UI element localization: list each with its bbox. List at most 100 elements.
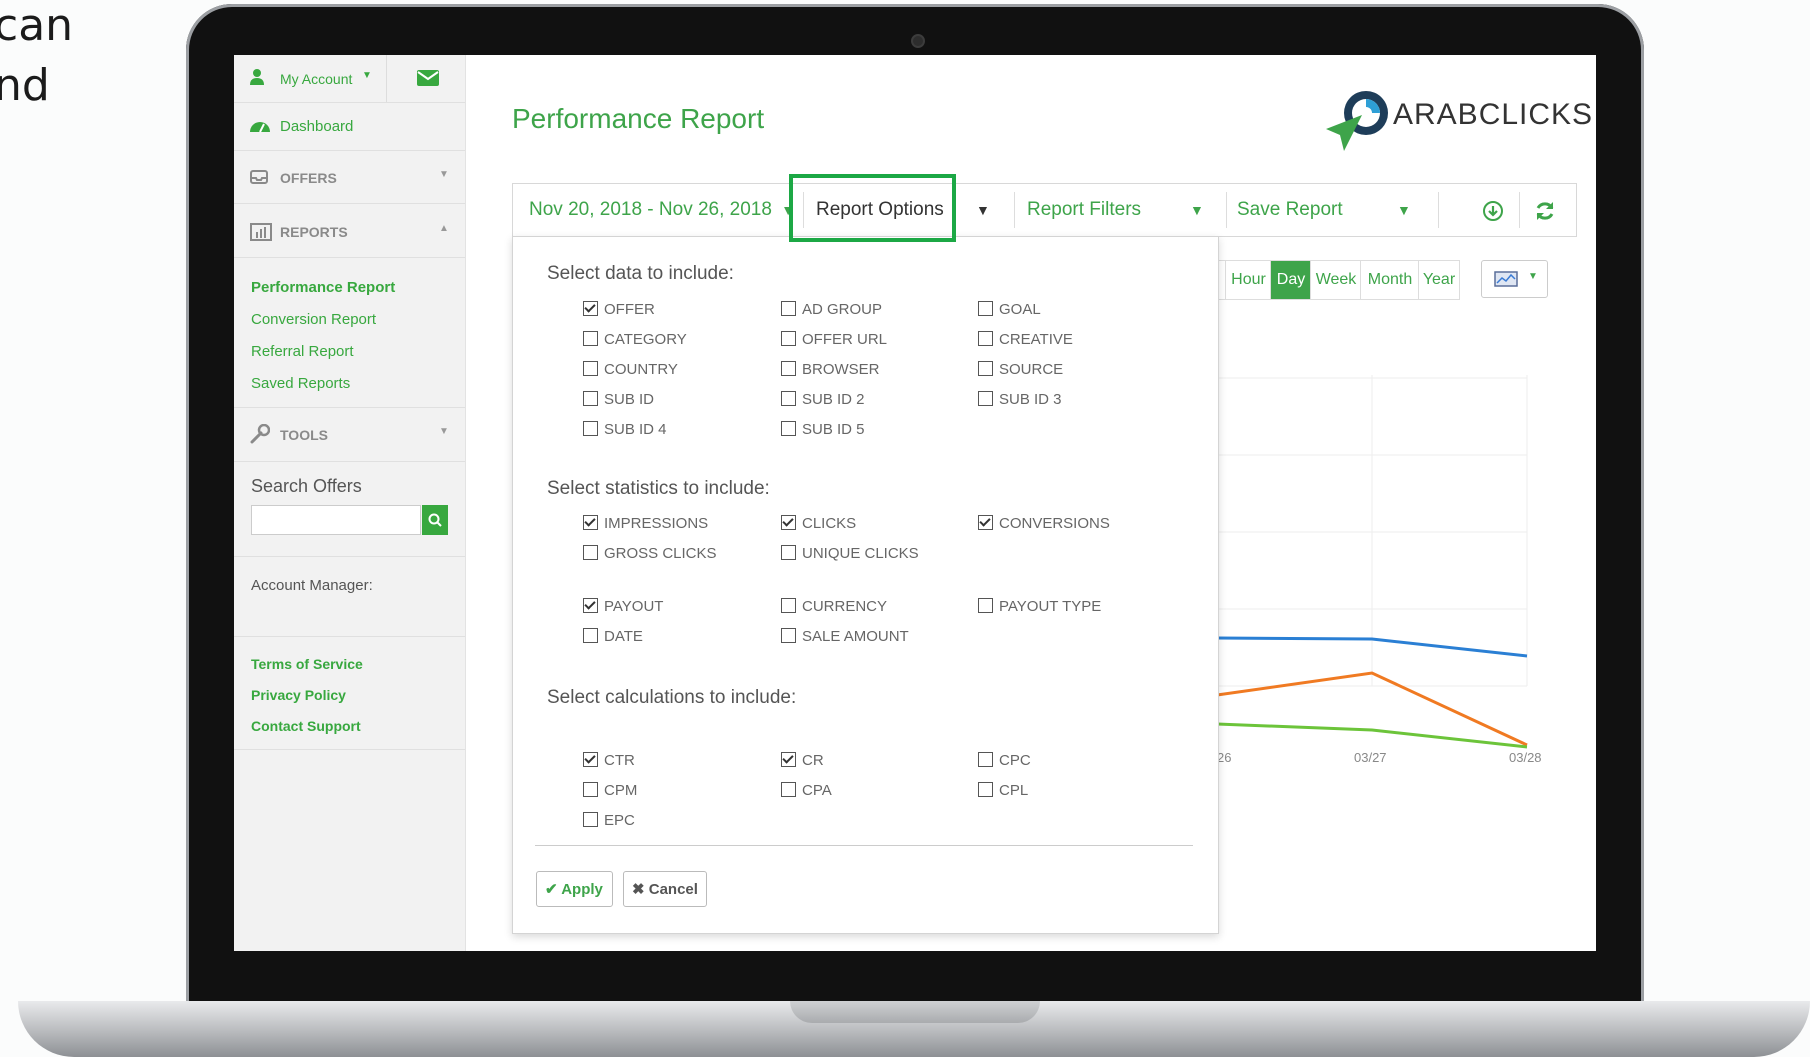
- checkbox-conversions[interactable]: CONVERSIONS: [978, 515, 1110, 533]
- period-month[interactable]: Month: [1360, 260, 1420, 300]
- checkbox-box[interactable]: [583, 331, 598, 346]
- checkbox-box[interactable]: [781, 515, 796, 530]
- checkbox-sub-id-5[interactable]: SUB ID 5: [781, 421, 865, 439]
- chart-type-dropdown[interactable]: ▼: [1481, 260, 1548, 298]
- checkbox-box[interactable]: [978, 331, 993, 346]
- checkbox-box[interactable]: [781, 391, 796, 406]
- caret-down-icon: ▼: [362, 70, 372, 81]
- checkbox-box[interactable]: [781, 598, 796, 613]
- period-week[interactable]: Week: [1310, 260, 1362, 300]
- privacy-link[interactable]: Privacy Policy: [251, 687, 346, 703]
- checkbox-gross-clicks[interactable]: GROSS CLICKS: [583, 545, 717, 563]
- checkbox-sub-id-3[interactable]: SUB ID 3: [978, 391, 1062, 409]
- checkbox-label: SOURCE: [999, 361, 1064, 378]
- checkbox-box[interactable]: [583, 812, 598, 827]
- refresh-icon[interactable]: [1534, 200, 1556, 222]
- nav-dashboard[interactable]: Dashboard: [234, 102, 465, 151]
- checkbox-box[interactable]: [781, 752, 796, 767]
- checkbox-box[interactable]: [978, 782, 993, 797]
- offers-label: OFFERS: [280, 170, 337, 186]
- checkbox-box[interactable]: [781, 301, 796, 316]
- arabclicks-logo-icon: [1326, 91, 1388, 151]
- checkbox-box[interactable]: [781, 628, 796, 643]
- checkbox-epc[interactable]: EPC: [583, 812, 635, 830]
- checkbox-cpm[interactable]: CPM: [583, 782, 637, 800]
- checkbox-creative[interactable]: CREATIVE: [978, 331, 1073, 349]
- period-year[interactable]: Year: [1418, 260, 1460, 300]
- checkbox-box[interactable]: [978, 301, 993, 316]
- checkbox-box[interactable]: [978, 391, 993, 406]
- checkbox-offer-url[interactable]: OFFER URL: [781, 331, 887, 349]
- submenu-conversion-report[interactable]: Conversion Report: [251, 311, 376, 328]
- checkbox-box[interactable]: [583, 391, 598, 406]
- my-account-dropdown[interactable]: My Account: [280, 71, 352, 87]
- checkbox-box[interactable]: [583, 421, 598, 436]
- checkbox-browser[interactable]: BROWSER: [781, 361, 880, 379]
- checkbox-sale-amount[interactable]: SALE AMOUNT: [781, 628, 909, 646]
- apply-button[interactable]: ✔ Apply: [536, 871, 613, 907]
- checkbox-sub-id-4[interactable]: SUB ID 4: [583, 421, 667, 439]
- checkbox-box[interactable]: [781, 421, 796, 436]
- checkbox-country[interactable]: COUNTRY: [583, 361, 678, 379]
- period-day[interactable]: Day: [1270, 260, 1312, 300]
- checkbox-sub-id-2[interactable]: SUB ID 2: [781, 391, 865, 409]
- checkbox-box[interactable]: [583, 628, 598, 643]
- checkbox-box[interactable]: [583, 598, 598, 613]
- checkbox-box[interactable]: [978, 515, 993, 530]
- search-button[interactable]: [422, 505, 448, 535]
- checkbox-clicks[interactable]: CLICKS: [781, 515, 856, 533]
- checkbox-box[interactable]: [583, 545, 598, 560]
- save-report-dropdown[interactable]: Save Report ▼: [1237, 184, 1417, 236]
- checkbox-box[interactable]: [781, 361, 796, 376]
- nav-reports[interactable]: REPORTS ▲: [234, 203, 465, 258]
- submenu-saved-reports[interactable]: Saved Reports: [251, 375, 350, 392]
- checkbox-offer[interactable]: OFFER: [583, 301, 655, 319]
- checkbox-label: CPC: [999, 752, 1031, 769]
- search-offers-input[interactable]: [251, 505, 421, 535]
- checkbox-box[interactable]: [978, 361, 993, 376]
- checkbox-box[interactable]: [978, 752, 993, 767]
- submenu-referral-report[interactable]: Referral Report: [251, 343, 354, 360]
- checkbox-box[interactable]: [583, 515, 598, 530]
- checkbox-label: CLICKS: [802, 515, 857, 532]
- submenu-performance-report[interactable]: Performance Report: [251, 279, 395, 296]
- contact-support-link[interactable]: Contact Support: [251, 718, 361, 734]
- cancel-button[interactable]: ✖ Cancel: [623, 871, 707, 907]
- download-icon[interactable]: [1483, 201, 1503, 221]
- checkbox-unique-clicks[interactable]: UNIQUE CLICKS: [781, 545, 919, 563]
- checkbox-payout[interactable]: PAYOUT: [583, 598, 663, 616]
- checkbox-source[interactable]: SOURCE: [978, 361, 1063, 379]
- checkbox-box[interactable]: [978, 598, 993, 613]
- calc-section-heading: Select calculations to include:: [547, 687, 797, 708]
- checkbox-cpa[interactable]: CPA: [781, 782, 832, 800]
- nav-offers[interactable]: OFFERS ▼: [234, 150, 465, 204]
- checkbox-box[interactable]: [781, 545, 796, 560]
- checkbox-cr[interactable]: CR: [781, 752, 824, 770]
- checkbox-goal[interactable]: GOAL: [978, 301, 1041, 319]
- checkbox-label: OFFER: [604, 301, 655, 318]
- checkbox-date[interactable]: DATE: [583, 628, 643, 646]
- envelope-icon[interactable]: [417, 70, 439, 90]
- checkbox-label: CREATIVE: [999, 331, 1073, 348]
- period-hour[interactable]: Hour: [1225, 260, 1272, 300]
- checkbox-cpl[interactable]: CPL: [978, 782, 1028, 800]
- checkbox-impressions[interactable]: IMPRESSIONS: [583, 515, 708, 533]
- checkbox-box[interactable]: [781, 782, 796, 797]
- checkbox-sub-id[interactable]: SUB ID: [583, 391, 654, 409]
- checkbox-category[interactable]: CATEGORY: [583, 331, 687, 349]
- checkbox-ad-group[interactable]: AD GROUP: [781, 301, 882, 319]
- checkbox-box[interactable]: [583, 301, 598, 316]
- caret-up-icon: ▲: [439, 223, 449, 234]
- nav-tools[interactable]: TOOLS ▼: [234, 407, 465, 462]
- checkbox-box[interactable]: [583, 752, 598, 767]
- checkbox-cpc[interactable]: CPC: [978, 752, 1031, 770]
- checkbox-box[interactable]: [781, 331, 796, 346]
- checkbox-currency[interactable]: CURRENCY: [781, 598, 887, 616]
- terms-link[interactable]: Terms of Service: [251, 656, 363, 672]
- checkbox-payout-type[interactable]: PAYOUT TYPE: [978, 598, 1101, 616]
- checkbox-box[interactable]: [583, 361, 598, 376]
- report-filters-dropdown[interactable]: Report Filters ▼: [1027, 184, 1207, 236]
- checkbox-ctr[interactable]: CTR: [583, 752, 635, 770]
- checkbox-box[interactable]: [583, 782, 598, 797]
- date-range-picker[interactable]: Nov 20, 2018 - Nov 26, 2018 ▼: [529, 184, 795, 236]
